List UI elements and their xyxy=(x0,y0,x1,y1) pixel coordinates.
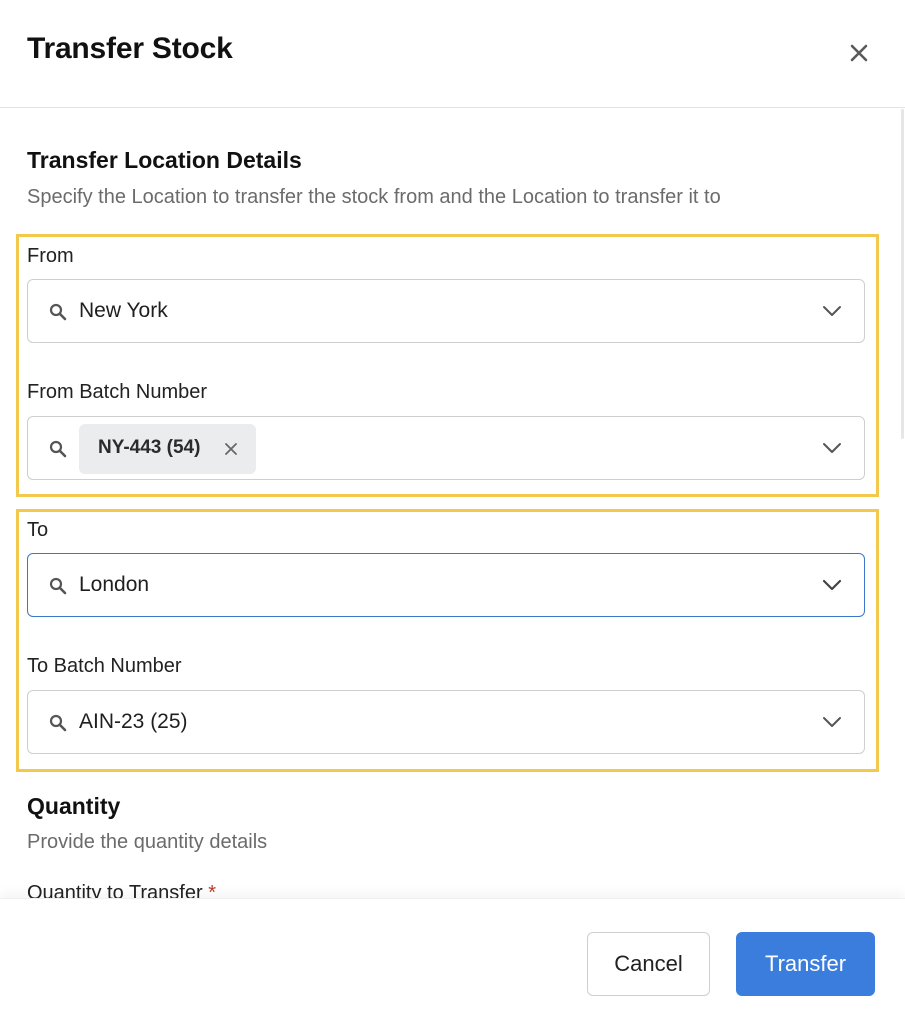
location-section-description: Specify the Location to transfer the sto… xyxy=(27,186,721,208)
chevron-down-icon xyxy=(823,717,841,727)
dialog-body[interactable]: Transfer Location Details Specify the Lo… xyxy=(0,109,905,898)
close-icon xyxy=(850,44,868,62)
scrollbar[interactable] xyxy=(899,109,905,439)
batch-chip-label: NY-443 (54) xyxy=(98,437,201,458)
dialog-footer: Cancel Transfer xyxy=(0,898,905,1024)
search-icon xyxy=(49,303,67,321)
chevron-down-icon xyxy=(823,306,841,316)
chevron-down-icon xyxy=(823,443,841,453)
dialog-header: Transfer Stock xyxy=(0,0,905,108)
to-location-value: London xyxy=(79,573,150,596)
search-icon xyxy=(49,577,67,595)
from-location-value: New York xyxy=(79,299,168,322)
to-batch-select[interactable]: AIN-23 (25) xyxy=(27,690,865,754)
from-batch-select[interactable]: NY-443 (54) xyxy=(27,416,865,480)
quantity-field-label: Quantity to Transfer * xyxy=(27,882,216,898)
quantity-section-description: Provide the quantity details xyxy=(27,831,268,853)
quantity-section-title: Quantity xyxy=(27,793,121,819)
to-label: To xyxy=(27,519,49,541)
from-location-select[interactable]: New York xyxy=(27,279,865,343)
from-label: From xyxy=(27,245,74,267)
cancel-button[interactable]: Cancel xyxy=(587,932,710,996)
remove-chip-icon[interactable] xyxy=(222,440,240,458)
chevron-down-icon xyxy=(822,579,842,591)
search-icon xyxy=(49,440,67,458)
required-mark: * xyxy=(208,882,216,898)
to-location-select[interactable]: London xyxy=(27,553,865,617)
from-batch-label: From Batch Number xyxy=(27,381,208,403)
to-batch-value: AIN-23 (25) xyxy=(79,710,188,733)
dialog-title: Transfer Stock xyxy=(27,32,233,65)
transfer-stock-dialog: Transfer Stock Transfer Location Details… xyxy=(0,0,905,1024)
close-button[interactable] xyxy=(842,36,876,70)
to-batch-label: To Batch Number xyxy=(27,655,182,677)
transfer-button[interactable]: Transfer xyxy=(736,932,875,996)
batch-chip: NY-443 (54) xyxy=(79,424,256,474)
location-section-title: Transfer Location Details xyxy=(27,147,302,173)
search-icon xyxy=(49,714,67,732)
